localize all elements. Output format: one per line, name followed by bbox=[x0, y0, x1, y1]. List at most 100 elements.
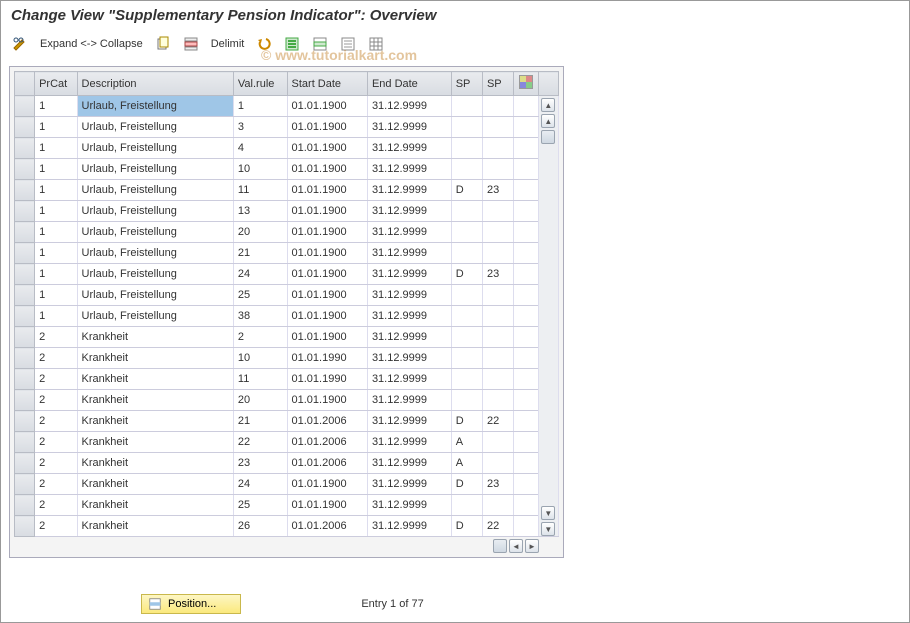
row-selector[interactable] bbox=[15, 96, 35, 117]
cell-description[interactable]: Urlaub, Freistellung bbox=[77, 201, 233, 222]
cell-start-date[interactable]: 01.01.2006 bbox=[287, 432, 367, 453]
cell-sp1[interactable] bbox=[451, 495, 482, 516]
delete-row-button[interactable] bbox=[180, 34, 202, 54]
row-selector[interactable] bbox=[15, 453, 35, 474]
cell-prcat[interactable]: 2 bbox=[35, 432, 77, 453]
cell-valrule[interactable]: 26 bbox=[233, 516, 287, 537]
cell-sp1[interactable]: D bbox=[451, 180, 482, 201]
cell-start-date[interactable]: 01.01.2006 bbox=[287, 411, 367, 432]
cell-description[interactable]: Urlaub, Freistellung bbox=[77, 306, 233, 327]
cell-description[interactable]: Krankheit bbox=[77, 516, 233, 537]
row-selector[interactable] bbox=[15, 516, 35, 537]
row-selector[interactable] bbox=[15, 285, 35, 306]
row-selector[interactable] bbox=[15, 138, 35, 159]
cell-sp1[interactable]: A bbox=[451, 432, 482, 453]
cell-prcat[interactable]: 2 bbox=[35, 348, 77, 369]
deselect-all-button[interactable] bbox=[337, 34, 359, 54]
cell-description[interactable]: Urlaub, Freistellung bbox=[77, 117, 233, 138]
cell-sp2[interactable] bbox=[482, 243, 513, 264]
cell-description[interactable]: Krankheit bbox=[77, 369, 233, 390]
cell-end-date[interactable]: 31.12.9999 bbox=[367, 327, 451, 348]
cell-end-date[interactable]: 31.12.9999 bbox=[367, 180, 451, 201]
cell-valrule[interactable]: 25 bbox=[233, 285, 287, 306]
cell-valrule[interactable]: 24 bbox=[233, 264, 287, 285]
cell-prcat[interactable]: 1 bbox=[35, 285, 77, 306]
row-selector[interactable] bbox=[15, 348, 35, 369]
cell-prcat[interactable]: 1 bbox=[35, 117, 77, 138]
cell-description[interactable]: Krankheit bbox=[77, 411, 233, 432]
cell-sp2[interactable]: 22 bbox=[482, 411, 513, 432]
row-selector[interactable] bbox=[15, 222, 35, 243]
cell-sp2[interactable]: 22 bbox=[482, 516, 513, 537]
cell-end-date[interactable]: 31.12.9999 bbox=[367, 264, 451, 285]
cell-sp1[interactable] bbox=[451, 306, 482, 327]
cell-end-date[interactable]: 31.12.9999 bbox=[367, 390, 451, 411]
cell-valrule[interactable]: 20 bbox=[233, 390, 287, 411]
cell-prcat[interactable]: 1 bbox=[35, 243, 77, 264]
cell-valrule[interactable]: 2 bbox=[233, 327, 287, 348]
cell-description[interactable]: Krankheit bbox=[77, 348, 233, 369]
cell-valrule[interactable]: 38 bbox=[233, 306, 287, 327]
row-selector[interactable] bbox=[15, 180, 35, 201]
col-end-date[interactable]: End Date bbox=[367, 72, 451, 96]
cell-description[interactable]: Krankheit bbox=[77, 474, 233, 495]
cell-prcat[interactable]: 2 bbox=[35, 474, 77, 495]
cell-start-date[interactable]: 01.01.1900 bbox=[287, 306, 367, 327]
vertical-scrollbar[interactable]: ▲▲▼▼ bbox=[538, 96, 558, 537]
row-selector[interactable] bbox=[15, 411, 35, 432]
cell-start-date[interactable]: 01.01.1990 bbox=[287, 348, 367, 369]
cell-valrule[interactable]: 11 bbox=[233, 180, 287, 201]
row-selector[interactable] bbox=[15, 432, 35, 453]
cell-prcat[interactable]: 1 bbox=[35, 96, 77, 117]
table-config-button[interactable] bbox=[514, 72, 539, 96]
cell-valrule[interactable]: 24 bbox=[233, 474, 287, 495]
cell-prcat[interactable]: 2 bbox=[35, 369, 77, 390]
cell-sp2[interactable] bbox=[482, 327, 513, 348]
cell-sp2[interactable] bbox=[482, 432, 513, 453]
cell-sp1[interactable]: D bbox=[451, 411, 482, 432]
cell-prcat[interactable]: 2 bbox=[35, 516, 77, 537]
cell-start-date[interactable]: 01.01.1900 bbox=[287, 495, 367, 516]
cell-valrule[interactable]: 11 bbox=[233, 369, 287, 390]
vscroll-line-down-button[interactable]: ▼ bbox=[541, 506, 555, 520]
cell-end-date[interactable]: 31.12.9999 bbox=[367, 495, 451, 516]
cell-start-date[interactable]: 01.01.1900 bbox=[287, 222, 367, 243]
cell-valrule[interactable]: 1 bbox=[233, 96, 287, 117]
cell-description[interactable]: Krankheit bbox=[77, 327, 233, 348]
select-all-button[interactable] bbox=[281, 34, 303, 54]
cell-sp2[interactable]: 23 bbox=[482, 474, 513, 495]
cell-description[interactable]: Krankheit bbox=[77, 432, 233, 453]
cell-end-date[interactable]: 31.12.9999 bbox=[367, 138, 451, 159]
cell-prcat[interactable]: 2 bbox=[35, 495, 77, 516]
cell-description[interactable]: Urlaub, Freistellung bbox=[77, 243, 233, 264]
cell-start-date[interactable]: 01.01.1900 bbox=[287, 327, 367, 348]
cell-sp1[interactable] bbox=[451, 348, 482, 369]
cell-valrule[interactable]: 10 bbox=[233, 159, 287, 180]
cell-prcat[interactable]: 1 bbox=[35, 201, 77, 222]
cell-start-date[interactable]: 01.01.1900 bbox=[287, 159, 367, 180]
cell-start-date[interactable]: 01.01.1900 bbox=[287, 474, 367, 495]
vscroll-up-button[interactable]: ▲ bbox=[541, 98, 555, 112]
cell-valrule[interactable]: 10 bbox=[233, 348, 287, 369]
cell-prcat[interactable]: 1 bbox=[35, 138, 77, 159]
cell-sp1[interactable] bbox=[451, 96, 482, 117]
cell-end-date[interactable]: 31.12.9999 bbox=[367, 516, 451, 537]
cell-sp2[interactable]: 23 bbox=[482, 264, 513, 285]
row-selector[interactable] bbox=[15, 327, 35, 348]
cell-sp1[interactable]: D bbox=[451, 516, 482, 537]
cell-sp2[interactable] bbox=[482, 348, 513, 369]
cell-prcat[interactable]: 2 bbox=[35, 411, 77, 432]
cell-start-date[interactable]: 01.01.1900 bbox=[287, 285, 367, 306]
col-prcat[interactable]: PrCat bbox=[35, 72, 77, 96]
cell-sp1[interactable] bbox=[451, 285, 482, 306]
cell-start-date[interactable]: 01.01.1900 bbox=[287, 201, 367, 222]
cell-end-date[interactable]: 31.12.9999 bbox=[367, 474, 451, 495]
cell-prcat[interactable]: 2 bbox=[35, 390, 77, 411]
cell-end-date[interactable]: 31.12.9999 bbox=[367, 306, 451, 327]
cell-end-date[interactable]: 31.12.9999 bbox=[367, 348, 451, 369]
cell-prcat[interactable]: 2 bbox=[35, 327, 77, 348]
cell-sp1[interactable] bbox=[451, 327, 482, 348]
cell-end-date[interactable]: 31.12.9999 bbox=[367, 453, 451, 474]
cell-description[interactable]: Urlaub, Freistellung bbox=[77, 159, 233, 180]
cell-prcat[interactable]: 1 bbox=[35, 222, 77, 243]
